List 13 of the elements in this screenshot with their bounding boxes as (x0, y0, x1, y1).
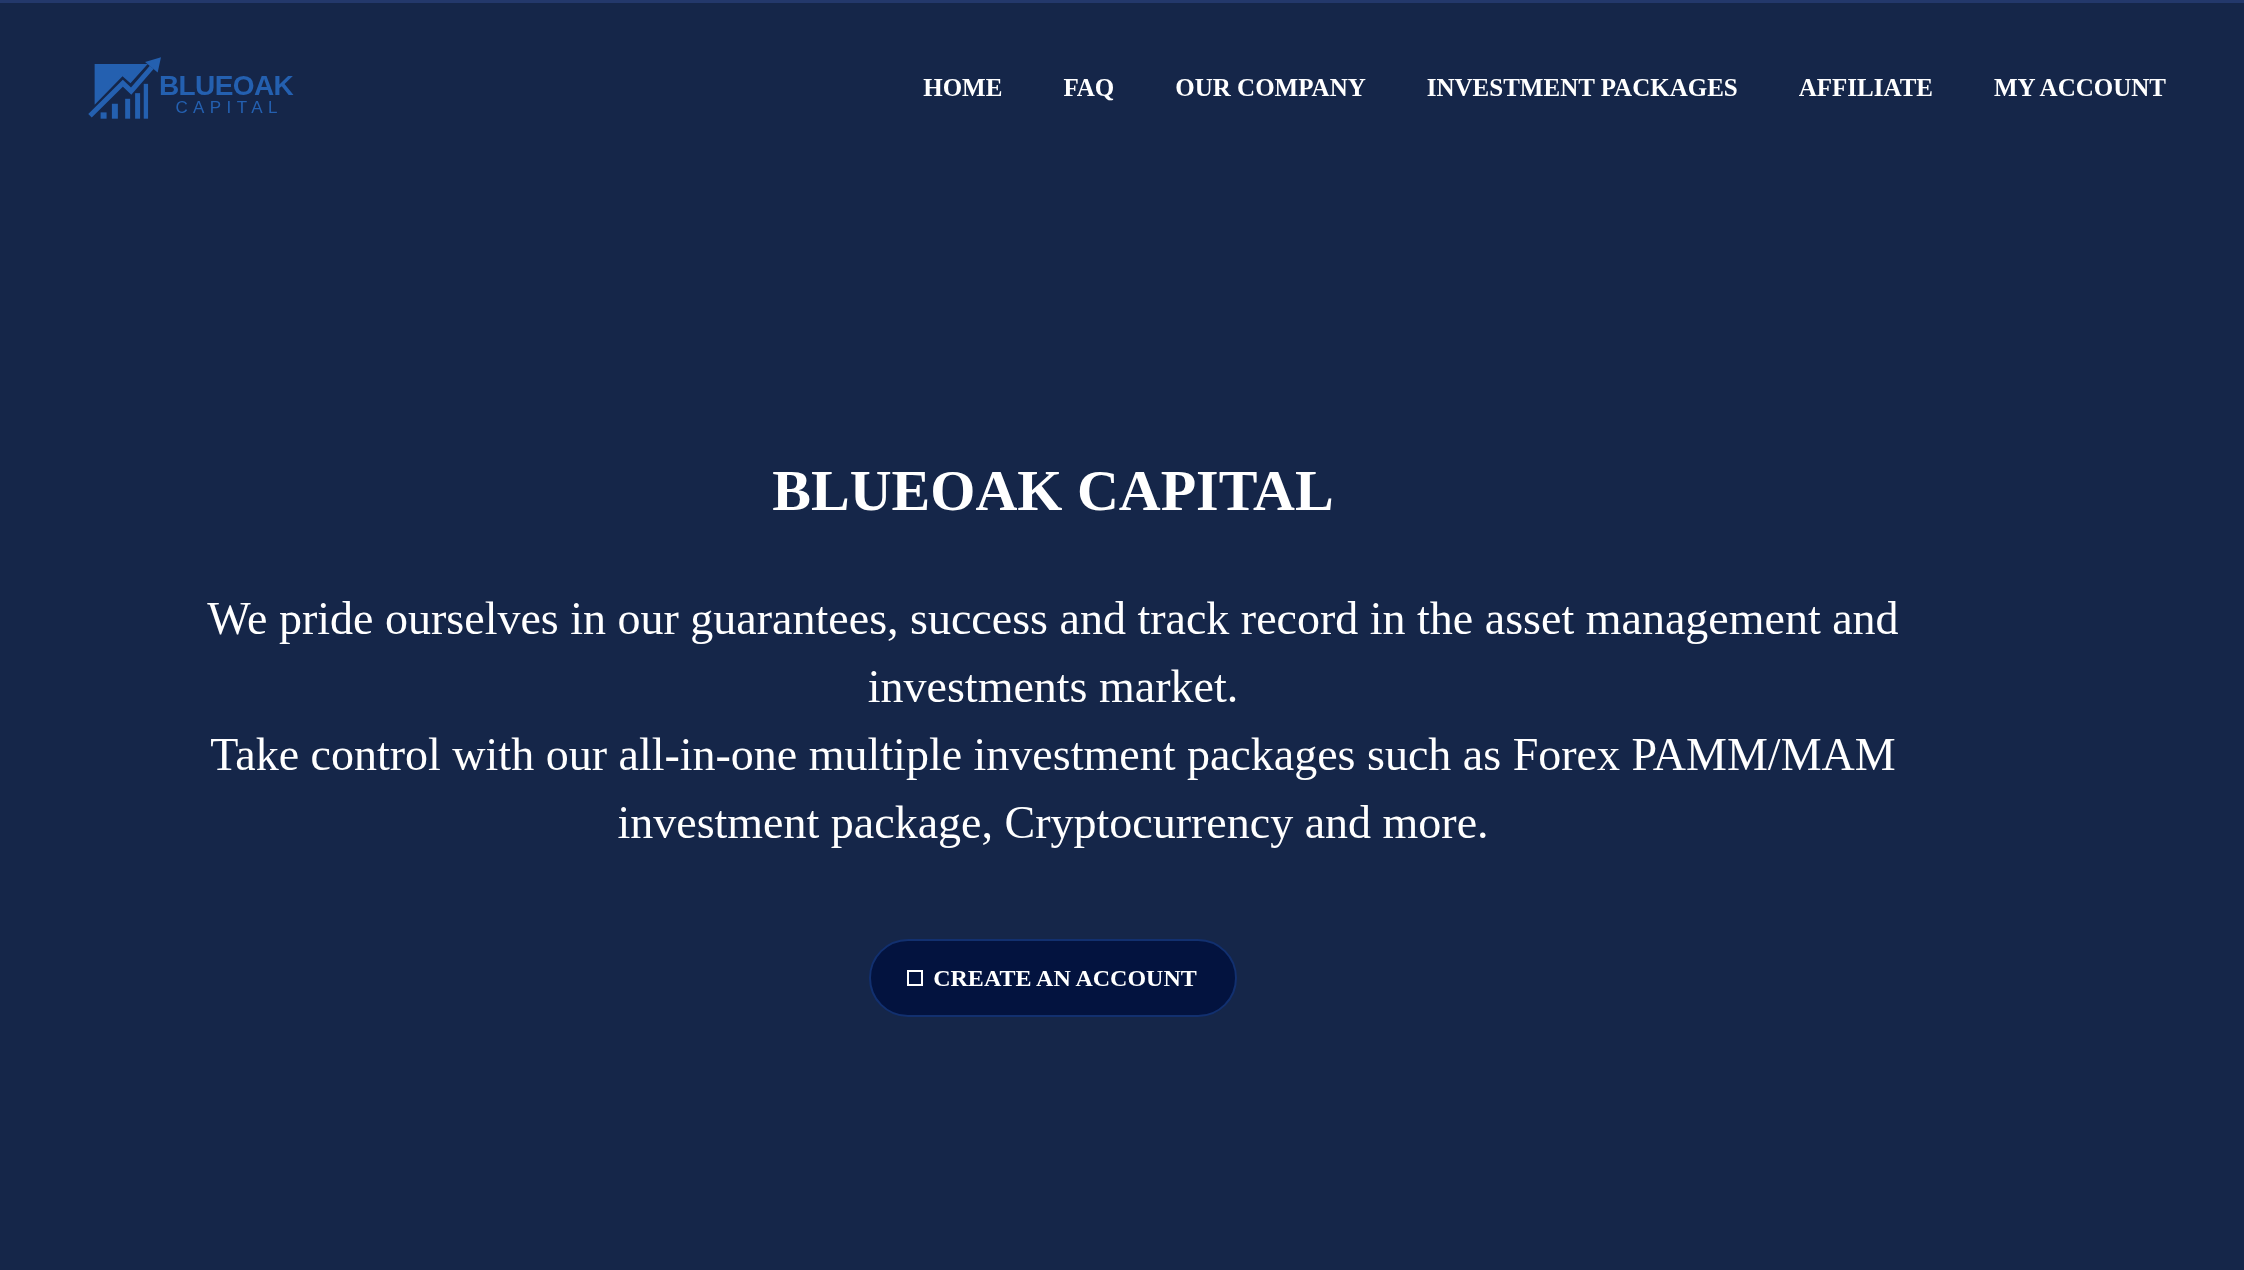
nav-link[interactable]: HOME (923, 73, 1003, 103)
nav-link[interactable]: AFFILIATE (1798, 73, 1933, 103)
nav-link[interactable]: OUR COMPANY (1175, 73, 1366, 103)
chart-arrow-icon (88, 57, 161, 119)
logo-wordmark: BLUEOAK (159, 72, 294, 99)
nav-link[interactable]: FAQ (1063, 73, 1115, 103)
hero-title: BLUEOAK CAPITAL (772, 457, 1334, 525)
nav-link[interactable]: INVESTMENT PACKAGES (1426, 73, 1738, 103)
square-icon (907, 970, 924, 986)
logo-tagline: CAPITAL (175, 98, 283, 116)
nav-link[interactable]: MY ACCOUNT (1994, 73, 2166, 103)
create-account-button[interactable]: CREATE AN ACCOUNT (869, 939, 1237, 1017)
hero-description: We pride ourselves in our guarantees, success and track record in the asset management and investments market. Take control with our all-in-one multiple investment packages such as Forex PAMM/MAM investment package, Cryptocurrency and more. (206, 592, 1900, 850)
